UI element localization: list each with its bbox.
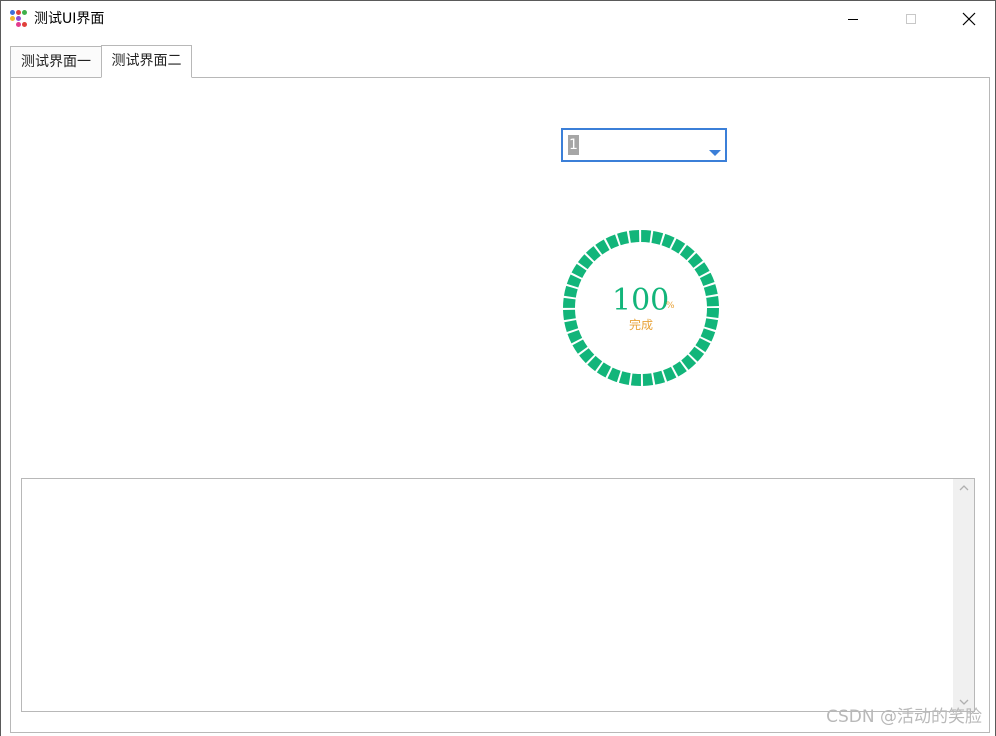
minimize-button[interactable] — [824, 1, 882, 37]
minimize-icon — [848, 19, 858, 20]
scroll-up-button[interactable] — [953, 479, 974, 497]
close-button[interactable] — [940, 1, 996, 37]
close-icon — [962, 12, 976, 26]
progress-label: 完成 — [629, 318, 654, 332]
value-combobox[interactable]: 1 — [561, 128, 727, 162]
chevron-down-icon — [959, 699, 968, 705]
window-title: 测试UI界面 — [34, 11, 105, 27]
dropdown-arrow-icon[interactable] — [709, 150, 721, 156]
watermark: CSDN @活动的笑脸 — [826, 707, 982, 727]
progress-unit: % — [666, 301, 675, 311]
tab-test-page-2[interactable]: 测试界面二 — [101, 45, 192, 78]
app-logo-icon — [10, 10, 28, 28]
textarea-scrollbar[interactable] — [953, 479, 974, 711]
output-textarea[interactable] — [21, 478, 975, 712]
chevron-up-icon — [959, 485, 968, 491]
maximize-button[interactable] — [882, 1, 940, 37]
tab-test-page-1[interactable]: 测试界面一 — [10, 46, 102, 78]
title-bar[interactable]: 测试UI界面 — [1, 1, 995, 37]
combobox-value: 1 — [568, 135, 579, 155]
maximize-icon — [906, 14, 916, 24]
progress-value: 100 — [612, 283, 670, 318]
